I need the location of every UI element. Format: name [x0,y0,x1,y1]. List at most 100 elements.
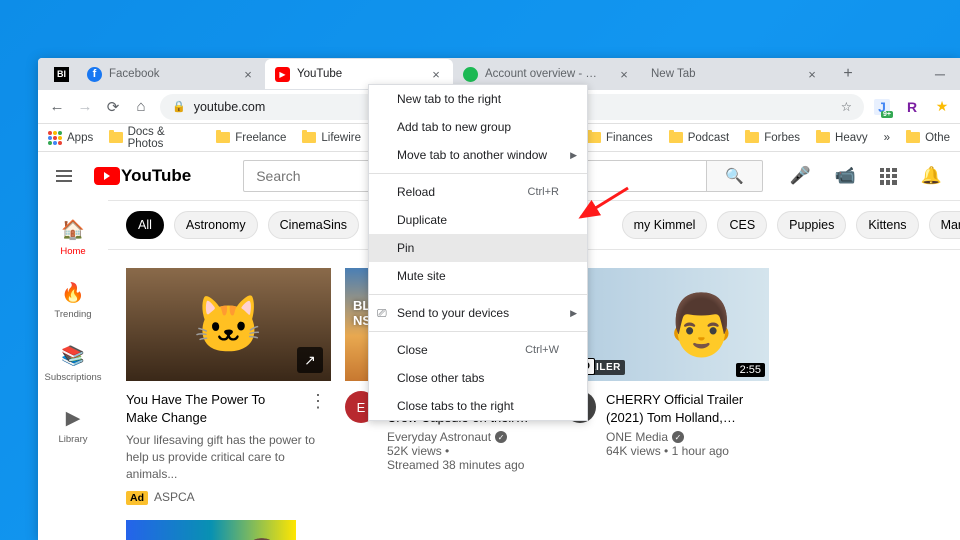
ad-description: Your lifesaving gift has the power to he… [126,432,331,482]
tab-title: New Tab [651,68,696,80]
minimize-button[interactable]: ─ [920,58,960,90]
tab-title: Account overview - Spotify [485,68,600,80]
filter-chip[interactable]: my Kimmel [622,211,708,239]
video-thumbnail[interactable] [126,520,296,540]
bookmark-folder[interactable]: Freelance [216,132,286,144]
video-title: You Have The Power To Make Change [126,391,299,426]
favicon-youtube: ▶ [275,67,290,82]
filter-chip[interactable]: CinemaSins [268,211,359,239]
video-meta: 52K views • [387,444,550,458]
filter-chip[interactable]: Marvel Cinemat [929,211,960,239]
youtube-logo[interactable]: YouTube [94,166,191,186]
filter-chip[interactable]: Kittens [856,211,918,239]
filter-chip[interactable]: CES [717,211,767,239]
video-card[interactable]: L Incitement: Is the Presiden Guilty of … [126,520,296,540]
notifications-icon[interactable]: 🔔 [921,166,942,186]
video-thumbnail[interactable]: TRAILER HD 2:55 [564,268,769,381]
bookmark-folder[interactable]: Othe [906,132,950,144]
folder-icon [587,132,601,143]
duration-badge: 2:55 [736,363,765,377]
close-icon[interactable]: × [617,67,631,81]
subscriptions-icon: 📚 [61,344,85,368]
tab-facebook[interactable]: f Facebook × [77,59,265,89]
bookmark-folder[interactable]: Forbes [745,132,800,144]
tab-newtab[interactable]: New Tab × [641,59,829,89]
lock-icon: 🔒 [172,100,186,113]
ctx-mute[interactable]: Mute site [369,262,587,290]
ctx-move-window[interactable]: Move tab to another window▶ [369,141,587,169]
bookmark-folder[interactable]: Heavy [816,132,868,144]
bookmark-folder[interactable]: Podcast [669,132,730,144]
folder-icon [302,132,316,143]
ctx-close-other[interactable]: Close other tabs [369,364,587,392]
sidebar-item-library[interactable]: ▶Library [38,395,108,457]
folder-icon [745,132,759,143]
bookmark-folder[interactable]: Docs & Photos [109,126,200,150]
folder-icon [109,132,122,143]
bookmarks-overflow[interactable]: » [884,132,890,144]
tab-bi[interactable]: BI [46,59,77,89]
separator [369,331,587,332]
video-thumbnail[interactable]: ↗ [126,268,331,381]
ctx-reload[interactable]: ReloadCtrl+R [369,178,587,206]
close-icon[interactable]: × [429,67,443,81]
sidebar-item-home[interactable]: 🏠Home [38,206,108,269]
menu-icon[interactable] [56,170,72,182]
favicon-facebook: f [87,67,102,82]
video-meta: Streamed 38 minutes ago [387,458,550,472]
bookmark-folder[interactable]: Finances [587,132,653,144]
ctx-close-right[interactable]: Close tabs to the right [369,392,587,420]
ctx-send-devices[interactable]: ⎚Send to your devices▶ [369,299,587,327]
folder-icon [216,132,230,143]
bookmark-apps[interactable]: Apps [48,131,93,145]
video-card[interactable]: TRAILER HD 2:55 O CHERRY Official Traile… [564,268,769,506]
folder-icon [669,132,683,143]
new-tab-button[interactable]: + [835,61,861,87]
ctx-duplicate[interactable]: Duplicate [369,206,587,234]
separator [369,173,587,174]
url-text: youtube.com [194,100,266,114]
devices-icon: ⎚ [377,306,387,321]
channel-name[interactable]: ONE Media✓ [606,430,769,444]
bookmark-folder[interactable]: Lifewire [302,132,361,144]
favicon-spotify [463,67,478,82]
extension-icon-star[interactable]: ★ [934,99,950,115]
voice-search-icon[interactable]: 🎤 [789,166,810,186]
ctx-close[interactable]: CloseCtrl+W [369,336,587,364]
tab-context-menu: New tab to the right Add tab to new grou… [368,84,588,421]
create-icon[interactable]: 📹 [835,166,856,186]
search-button[interactable]: 🔍 [707,160,763,192]
star-icon[interactable]: ☆ [841,99,852,114]
video-title: CHERRY Official Trailer (2021) Tom Holla… [606,391,769,426]
tab-title: YouTube [297,68,342,80]
back-button[interactable]: ← [48,98,66,116]
ctx-add-to-group[interactable]: Add tab to new group [369,113,587,141]
youtube-play-icon [94,167,120,185]
sidebar-item-trending[interactable]: 🔥Trending [38,269,108,332]
extension-icon[interactable]: J9+ [874,99,890,115]
apps-icon [48,131,62,145]
folder-icon [816,132,830,143]
channel-name[interactable]: Everyday Astronaut✓ [387,430,550,444]
filter-chip[interactable]: Astronomy [174,211,258,239]
home-button[interactable]: ⌂ [132,98,150,116]
forward-button[interactable]: → [76,98,94,116]
more-icon[interactable]: ⋮ [305,391,331,412]
home-icon: 🏠 [61,218,85,242]
ad-badge: Ad [126,491,148,505]
filter-chip[interactable]: All [126,211,164,239]
chevron-right-icon: ▶ [570,150,577,161]
reload-button[interactable]: ⟳ [104,98,122,116]
sidebar-item-subscriptions[interactable]: 📚Subscriptions [38,332,108,395]
extension-icon-r[interactable]: R [904,99,920,115]
close-icon[interactable]: × [805,67,819,81]
video-card[interactable]: ↗ You Have The Power To Make Change ⋮ Yo… [126,268,331,506]
chevron-right-icon: ▶ [570,308,577,319]
separator [369,294,587,295]
apps-grid-icon[interactable] [880,168,897,185]
favicon-bi: BI [54,67,69,82]
close-icon[interactable]: × [241,67,255,81]
ctx-new-tab-right[interactable]: New tab to the right [369,85,587,113]
filter-chip[interactable]: Puppies [777,211,846,239]
ctx-pin[interactable]: Pin [369,234,587,262]
